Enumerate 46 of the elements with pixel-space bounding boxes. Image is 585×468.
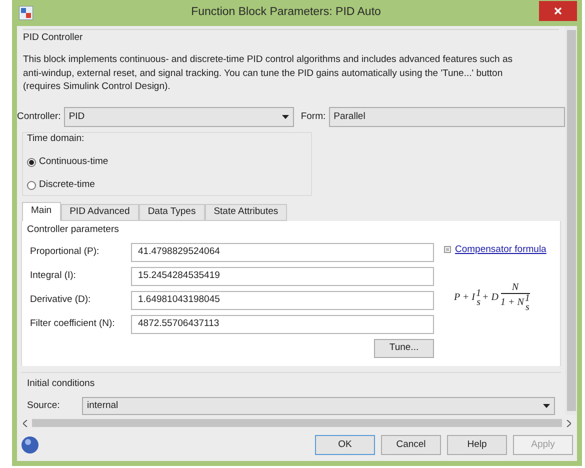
parameter-label: Integral (I): <box>29 269 77 284</box>
radio-button[interactable] <box>27 180 36 190</box>
dropdown-caret-icon <box>543 404 550 408</box>
horizontal-scrollbar[interactable] <box>32 419 562 427</box>
close-icon <box>554 7 562 15</box>
app-icon <box>19 6 33 20</box>
scroll-left-icon[interactable] <box>23 420 28 426</box>
dialog-button[interactable]: Cancel <box>381 435 441 455</box>
parameter-field[interactable]: 41.4798829524064 <box>131 242 434 262</box>
compensator-formula-link[interactable]: Compensator formula <box>455 242 546 257</box>
tab[interactable]: State Attributes <box>204 204 288 220</box>
window-title: Function Block Parameters: PID Auto <box>190 5 382 20</box>
help-icon[interactable] <box>21 436 39 454</box>
group-title: Controller parameters <box>27 222 120 236</box>
parameter-field[interactable]: 1.64981043198045 <box>131 290 434 310</box>
parameter-label: Filter coefficient (N): <box>29 317 116 332</box>
source-dropdown[interactable]: internal <box>82 397 555 415</box>
parameter-label: Derivative (D): <box>29 293 92 308</box>
field-label: Controller: <box>17 110 61 124</box>
dropdown-caret-icon <box>282 114 289 119</box>
scroll-right-icon[interactable] <box>566 420 571 426</box>
description-line: This block implements continuous- and discrete-time PID control algorithms and includes advanced features such as <box>23 53 514 67</box>
vertical-scrollbar[interactable] <box>565 26 577 415</box>
group-title: Time domain: <box>27 132 86 146</box>
dialog-button[interactable]: Help <box>447 435 507 455</box>
expand-toggle-icon[interactable] <box>444 246 451 254</box>
controller-dropdown[interactable]: PID <box>64 106 294 127</box>
description-line: anti-windup, external reset, and signal tracking. You can tune the PID gains automatically using the 'Tune...' button <box>23 66 504 80</box>
field-label: Source: <box>27 398 61 413</box>
parameter-label: Proportional (P): <box>29 245 100 260</box>
tab[interactable]: PID Advanced <box>60 204 139 220</box>
close-button[interactable] <box>539 1 577 21</box>
group-title: PID Controller <box>23 31 84 45</box>
tab[interactable]: Main <box>22 202 61 220</box>
group-title: Initial conditions <box>27 376 96 391</box>
radio-button[interactable] <box>27 158 36 167</box>
parameter-field[interactable]: 15.2454284535419 <box>131 266 434 286</box>
dialog-button[interactable]: OK <box>315 435 375 455</box>
tab[interactable]: Data Types <box>138 204 205 220</box>
tune-button[interactable]: Tune... <box>374 338 434 358</box>
radio-label: Continuous-time <box>39 155 108 169</box>
radio-label: Discrete-time <box>39 178 95 192</box>
form-dropdown[interactable]: Parallel <box>328 106 565 127</box>
field-label: Form: <box>300 110 326 124</box>
description-line: (requires Simulink Control Design). <box>23 80 172 94</box>
parameter-field[interactable]: 4872.55706437113 <box>131 314 434 334</box>
